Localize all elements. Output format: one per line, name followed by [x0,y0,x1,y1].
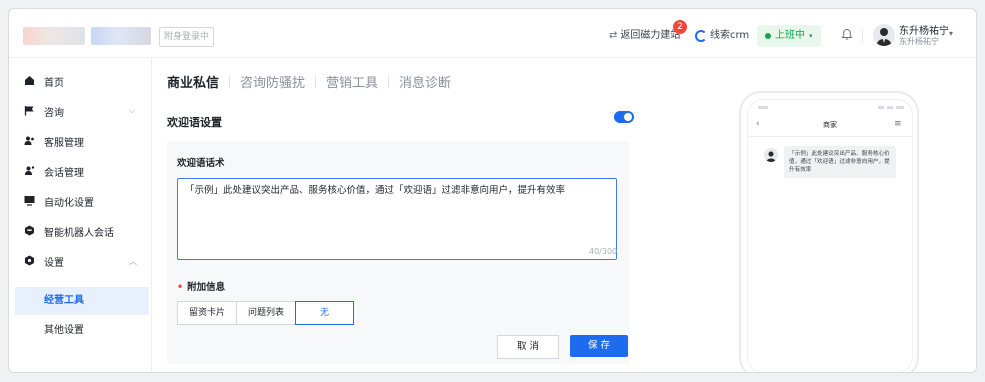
tab-anti-harassment[interactable]: 咨询防骚扰 [230,72,315,91]
sidebar-item-agents[interactable]: 客服管理 [9,126,150,156]
sidebar: 首页 咨询 ⌵ 客服管理 会话管理 自动化设置 智能机器人会话 设置 ︿ 经营工… [9,58,152,372]
switch-icon: ⇄ [609,30,618,41]
save-button[interactable]: 保 存 [570,335,628,357]
option-lead-card[interactable]: 留资卡片 [177,301,238,325]
extra-info-label: • 附加信息 [177,279,225,293]
phone-nav-bar: ‹ 商家 ≡ [748,116,912,137]
section-title: 欢迎语设置 [167,116,222,129]
welcome-text-input[interactable]: 「示例」此处建议突出产品、服务核心价值，通过「欢迎语」过滤非意向用户，提升有效率 [177,178,617,260]
screen-icon [24,196,35,206]
sidebar-item-label: 会话管理 [44,167,84,179]
bell-icon[interactable] [841,28,853,41]
tab-marketing-tools[interactable]: 营销工具 [316,72,388,91]
login-status-chip: 附身登录中 [159,27,215,47]
tab-message-diagnosis[interactable]: 消息诊断 [389,72,461,91]
extra-info-label-text: 附加信息 [187,282,226,293]
content-tabs: 商业私信 咨询防骚扰 营销工具 消息诊断 [167,72,461,91]
robot-icon [25,225,34,236]
work-status-dropdown[interactable]: 上班中 ▾ [757,25,821,47]
crm-link[interactable]: 线索crm [695,26,749,46]
users-icon [24,136,34,145]
sidebar-subitem-label: 其他设置 [44,325,84,336]
sidebar-item-label: 客服管理 [44,137,84,149]
tab-business-dm[interactable]: 商业私信 [167,72,229,91]
work-status-label: 上班中 [775,30,805,41]
sidebar-subitem-business-tools[interactable]: 经营工具 [15,287,149,315]
sidebar-subitem-other-settings[interactable]: 其他设置 [15,317,149,345]
welcome-toggle[interactable] [614,111,634,123]
sidebar-item-consult[interactable]: 咨询 ⌵ [9,96,150,126]
crm-label: 线索crm [710,30,750,41]
phone-screen: ‹ 商家 ≡ 「示例」此处建议突出产品、服务核心价值，通过「欢迎语」过滤非意向用… [747,99,913,372]
user-menu-caret-icon[interactable]: ▾ [949,29,953,38]
top-bar: 附身登录中 ⇄ 返回磁力建站 2 线索crm 上班中 ▾ 东升杨祐宁 东升杨祐宁… [9,9,976,58]
welcome-text-label: 欢迎语话术 [177,158,225,169]
welcome-card: 欢迎语话术 「示例」此处建议突出产品、服务核心价值，通过「欢迎语」过滤非意向用户… [167,141,630,364]
home-icon [25,76,34,85]
required-marker: • [177,282,184,293]
chevron-down-icon: ▾ [809,32,813,40]
sidebar-item-settings[interactable]: 设置 ︿ [9,246,150,276]
option-question-list[interactable]: 问题列表 [236,301,297,325]
chevron-up-icon: ︿ [129,256,137,266]
user-name[interactable]: 东升杨祐宁 [899,22,949,37]
merchant-avatar [764,148,778,162]
cancel-button[interactable]: 取 消 [497,335,559,359]
phone-chat-title: 商家 [823,121,837,129]
sidebar-item-home[interactable]: 首页 [9,66,150,96]
flag-icon [24,106,34,116]
menu-icon: ≡ [894,119,902,129]
user-avatar[interactable] [873,24,895,46]
avatar-person-icon [766,151,776,162]
welcome-message-bubble: 「示例」此处建议突出产品、服务核心价值，通过「欢迎语」过滤非意向用户，提升有效率 [784,146,896,178]
notification-badge: 2 [673,20,687,34]
sidebar-item-sessions[interactable]: 会话管理 [9,156,150,186]
sidebar-item-label: 智能机器人会话 [44,227,114,239]
extra-info-selector: 留资卡片 问题列表 无 [177,301,355,325]
option-none[interactable]: 无 [295,301,355,325]
sidebar-item-label: 自动化设置 [44,197,94,209]
sidebar-item-robot[interactable]: 智能机器人会话 [9,216,150,246]
blurred-logo [23,27,85,45]
sidebar-item-label: 首页 [44,77,64,89]
blurred-account [91,27,151,45]
back-to-site-link[interactable]: ⇄ 返回磁力建站 [609,26,680,46]
chevron-down-icon: ⌵ [129,106,136,115]
toggle-knob [624,113,632,121]
sidebar-subitem-label: 经营工具 [44,295,84,306]
sidebar-item-label: 设置 [44,257,64,269]
phone-preview: ‹ 商家 ≡ 「示例」此处建议突出产品、服务核心价值，通过「欢迎语」过滤非意向用… [739,91,919,372]
sidebar-item-automation[interactable]: 自动化设置 [9,186,150,216]
settings-icon [25,255,34,266]
status-dot-icon [765,33,771,39]
back-to-site-label: 返回磁力建站 [620,30,681,41]
crm-icon [695,30,707,42]
user-subtitle: 东升杨祐宁 [899,37,939,46]
phone-status-bar [758,106,904,109]
sidebar-item-label: 咨询 [44,107,64,119]
chat-user-icon [25,166,35,175]
app-window: 附身登录中 ⇄ 返回磁力建站 2 线索crm 上班中 ▾ 东升杨祐宁 东升杨祐宁… [8,8,977,373]
char-counter: 40/300 [589,247,618,256]
divider [862,29,863,43]
avatar-person-icon [876,28,892,46]
